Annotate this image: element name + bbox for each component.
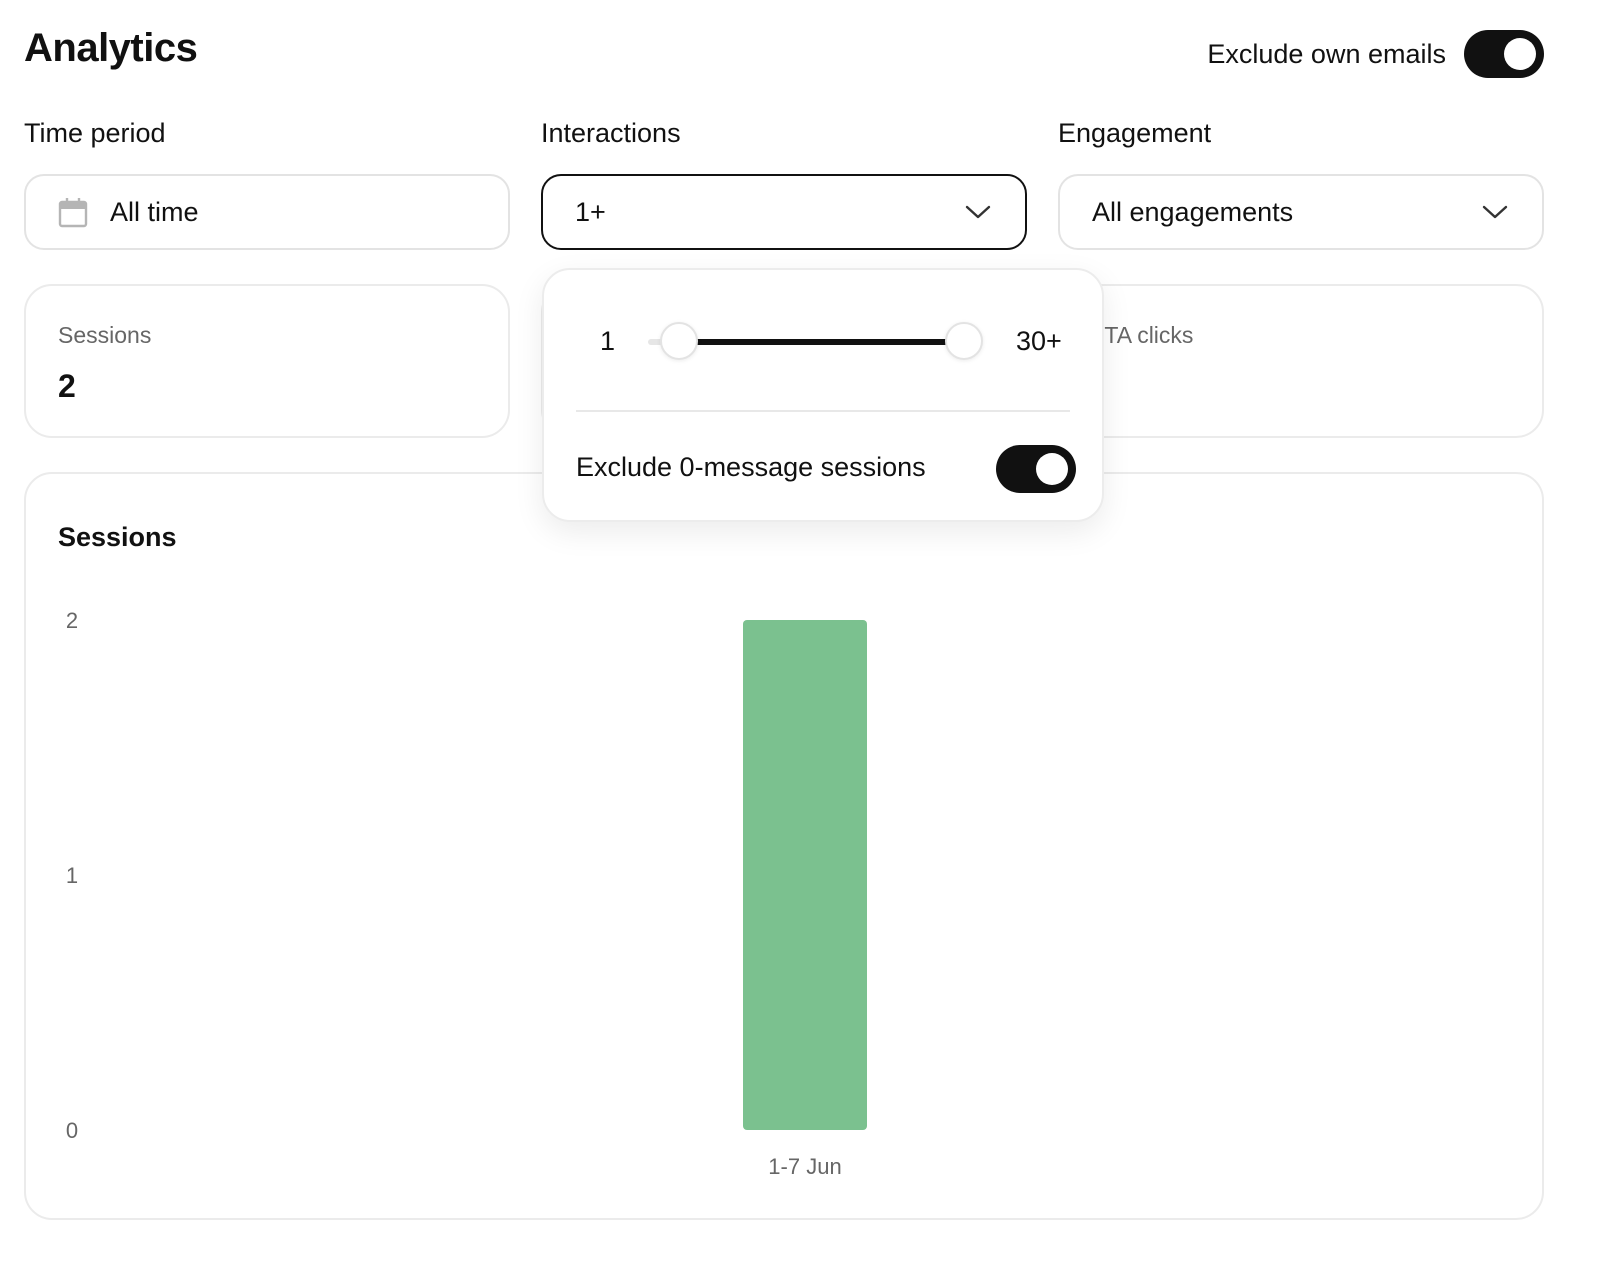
chart-bar[interactable] (743, 620, 867, 1130)
time-period-label: Time period (24, 118, 166, 148)
exclude-zero-message-toggle[interactable] (996, 445, 1076, 493)
sessions-stat-card: Sessions 2 (24, 284, 510, 438)
exclude-zero-message-label: Exclude 0-message sessions (576, 452, 926, 482)
engagement-value: All engagements (1092, 196, 1294, 227)
y-tick-label: 2 (66, 608, 78, 633)
chevron-down-icon (1482, 205, 1508, 219)
sessions-bar-chart: 0 1 2 1-7 Jun (66, 608, 867, 1179)
interactions-value: 1+ (575, 196, 606, 227)
range-max-label: 30+ (1016, 326, 1062, 356)
x-tick-label: 1-7 Jun (768, 1154, 841, 1179)
exclude-own-emails-toggle[interactable] (1464, 30, 1544, 78)
chevron-down-icon (965, 205, 991, 219)
sessions-stat-value: 2 (58, 368, 76, 404)
interactions-popover: 1 30+ Exclude 0-message sessions (542, 268, 1104, 522)
engagement-select[interactable]: All engagements (1058, 174, 1544, 250)
page-title: Analytics (24, 26, 198, 70)
popover-divider (576, 410, 1070, 412)
analytics-page: Analytics Exclude own emails Time period… (0, 0, 1600, 1268)
y-tick-label: 0 (66, 1118, 78, 1143)
time-period-value: All time (110, 196, 199, 227)
cta-clicks-stat-label: :TA clicks (1098, 322, 1194, 348)
exclude-own-emails-label: Exclude own emails (1207, 38, 1446, 69)
range-min-label: 1 (600, 326, 616, 356)
slider-selected-range (679, 339, 964, 345)
interactions-label: Interactions (541, 118, 681, 148)
sessions-chart-card: Sessions 0 1 2 1-7 Jun (24, 472, 1544, 1220)
cta-clicks-stat-card: :TA clicks (1058, 284, 1544, 438)
toggle-knob (1036, 453, 1068, 485)
calendar-icon (58, 198, 88, 228)
engagement-label: Engagement (1058, 118, 1212, 148)
toggle-knob (1504, 38, 1536, 70)
interactions-select[interactable]: 1+ (541, 174, 1027, 250)
time-period-select[interactable]: All time (24, 174, 510, 250)
exclude-own-emails-control: Exclude own emails (1207, 30, 1544, 78)
slider-max-thumb[interactable] (945, 322, 983, 360)
y-tick-label: 1 (66, 863, 78, 888)
sessions-stat-label: Sessions (58, 322, 152, 348)
slider-min-thumb[interactable] (660, 322, 698, 360)
